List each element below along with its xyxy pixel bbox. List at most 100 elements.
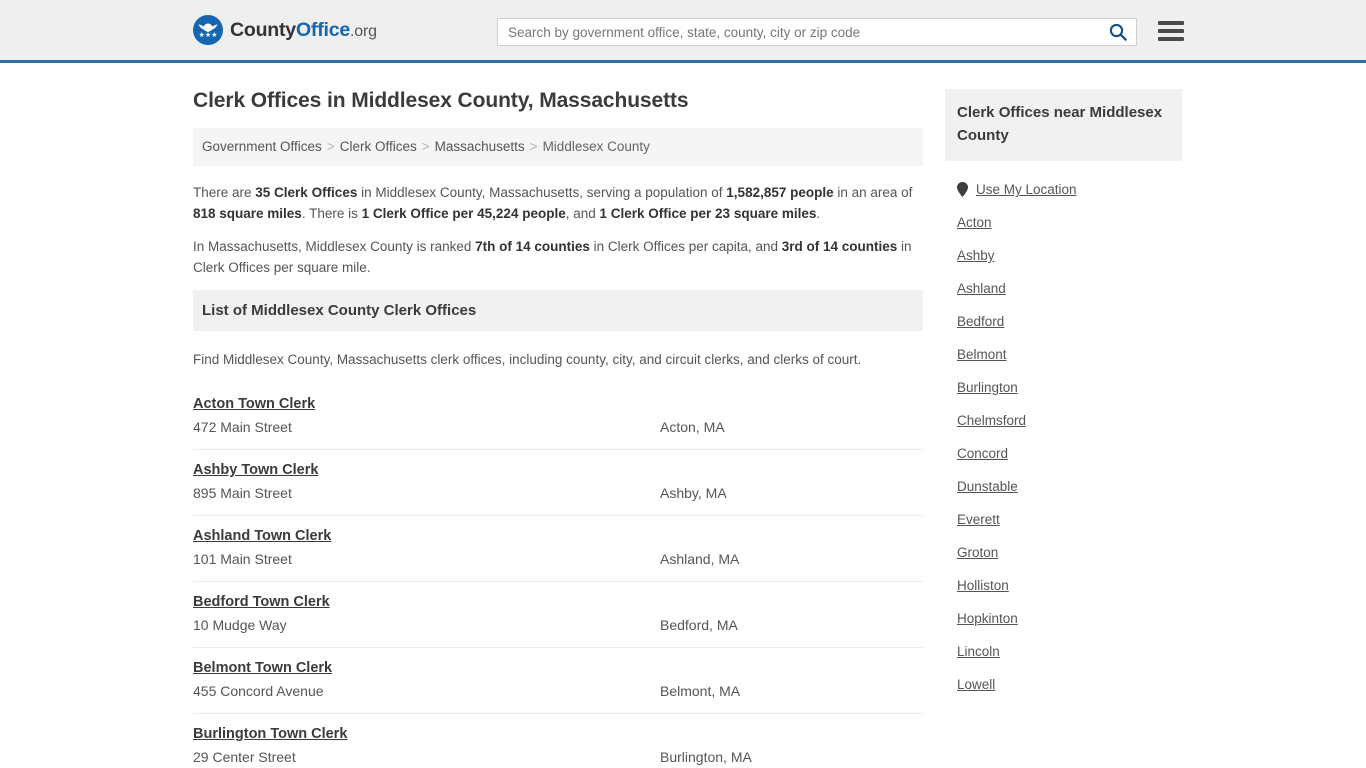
section-title: List of Middlesex County Clerk Offices [202,302,477,319]
sidebar-city-link[interactable]: Belmont [957,347,1007,362]
stat-population: 1,582,857 people [726,185,834,200]
hamburger-bar-2 [1158,29,1184,33]
main-content: Clerk Offices in Middlesex County, Massa… [193,63,923,768]
list-item[interactable]: Acton [945,206,1182,239]
office-detail: 455 Concord Avenue Belmont, MA [193,681,923,701]
list-item[interactable]: Holliston [945,569,1182,602]
sidebar-city-link[interactable]: Lincoln [957,644,1000,659]
office-list-section-header: List of Middlesex County Clerk Offices [193,290,923,331]
list-item[interactable]: Lowell [945,668,1182,701]
table-row: Belmont Town Clerk 455 Concord Avenue Be… [193,648,923,714]
list-item[interactable]: Bedford [945,305,1182,338]
sidebar-city-link[interactable]: Dunstable [957,479,1018,494]
list-item[interactable]: Hopkinton [945,602,1182,635]
list-item[interactable]: Belmont [945,338,1182,371]
table-row: Burlington Town Clerk 29 Center Street B… [193,714,923,768]
stat-office-count: 35 Clerk Offices [255,185,358,200]
search-input[interactable] [498,19,1100,45]
stat-text: In Massachusetts, Middlesex County is ra… [193,239,476,254]
table-row: Acton Town Clerk 472 Main Street Acton, … [193,384,923,450]
list-item[interactable]: Ashby [945,239,1182,272]
stat-rank-area: 3rd of 14 counties [781,239,898,254]
office-detail: 29 Center Street Burlington, MA [193,747,923,767]
hamburger-menu-button[interactable] [1158,20,1184,42]
breadcrumb: Government Offices > Clerk Offices > Massach… [193,128,923,166]
stat-text: in Middlesex County, Massachusetts, serv… [357,185,727,200]
county-statistics: There are 35 Clerk Offices in Middlesex … [193,182,923,278]
hamburger-bar-1 [1158,21,1184,25]
table-row: Ashland Town Clerk 101 Main Street Ashla… [193,516,923,582]
list-item[interactable]: Burlington [945,371,1182,404]
office-list: Acton Town Clerk 472 Main Street Acton, … [193,384,923,768]
sidebar-city-link[interactable]: Ashland [957,281,1006,296]
brand-county: County [230,18,296,41]
sidebar-city-link[interactable]: Hopkinton [957,611,1018,626]
list-item[interactable]: Concord [945,437,1182,470]
search-button[interactable] [1100,19,1136,45]
sidebar-city-link[interactable]: Groton [957,545,998,560]
office-address: 472 Main Street [193,419,292,435]
sidebar-city-link[interactable]: Burlington [957,380,1018,395]
breadcrumb-item-2[interactable]: Massachusetts [435,139,525,154]
office-address: 101 Main Street [193,551,292,567]
stat-rank-capita: 7th of 14 counties [475,239,590,254]
breadcrumb-item-1[interactable]: Clerk Offices [340,139,417,154]
use-my-location-item[interactable]: Use My Location [945,171,1182,206]
sidebar-city-link[interactable]: Lowell [957,677,995,692]
office-name-link[interactable]: Acton Town Clerk [193,396,315,412]
office-address: 455 Concord Avenue [193,683,324,699]
breadcrumb-separator-0: > [326,139,335,154]
brand-office: Office [295,18,351,41]
office-city: Burlington, MA [660,749,752,765]
stat-text: , and [565,206,600,221]
site-logo[interactable]: ★★★ CountyOffice.org [193,15,377,45]
breadcrumb-separator-2: > [529,139,538,154]
sidebar-city-link[interactable]: Acton [957,215,992,230]
stat-text: in an area of [833,185,913,200]
search-bar[interactable] [497,18,1137,46]
map-pin-icon [957,182,968,197]
office-address: 10 Mudge Way [193,617,287,633]
page-title: Clerk Offices in Middlesex County, Massa… [193,89,689,112]
office-city: Acton, MA [660,419,725,435]
list-item[interactable]: Dunstable [945,470,1182,503]
office-city: Ashby, MA [660,485,727,501]
countyoffice-eagle-logo-icon: ★★★ [193,15,223,45]
breadcrumb-item-0[interactable]: Government Offices [202,139,322,154]
use-my-location-link[interactable]: Use My Location [976,182,1077,197]
office-name-link[interactable]: Ashland Town Clerk [193,528,331,544]
office-address: 895 Main Street [193,485,292,501]
stat-text: . There is [301,206,362,221]
list-item[interactable]: Groton [945,536,1182,569]
office-name-link[interactable]: Belmont Town Clerk [193,660,332,676]
sidebar: Clerk Offices near Middlesex County Use … [945,63,1182,768]
list-item[interactable]: Ashland [945,272,1182,305]
office-city: Belmont, MA [660,683,741,699]
sidebar-city-link[interactable]: Holliston [957,578,1009,593]
statistics-paragraph-2: In Massachusetts, Middlesex County is ra… [193,236,923,278]
sidebar-city-link[interactable]: Chelmsford [957,413,1026,428]
office-name-link[interactable]: Burlington Town Clerk [193,726,347,742]
sidebar-city-link[interactable]: Bedford [957,314,1004,329]
office-detail: 101 Main Street Ashland, MA [193,549,923,569]
office-name-link[interactable]: Bedford Town Clerk [193,594,330,610]
sidebar-city-link[interactable]: Ashby [957,248,995,263]
sidebar-city-link[interactable]: Concord [957,446,1008,461]
brand-text: CountyOffice.org [230,19,377,42]
page-body: Clerk Offices in Middlesex County, Massa… [0,63,1366,768]
stat-per-area: 1 Clerk Office per 23 square miles [599,206,817,221]
office-detail: 10 Mudge Way Bedford, MA [193,615,923,635]
list-item[interactable]: Everett [945,503,1182,536]
office-name-link[interactable]: Ashby Town Clerk [193,462,318,478]
list-item[interactable]: Lincoln [945,635,1182,668]
office-detail: 472 Main Street Acton, MA [193,417,923,437]
statistics-paragraph-1: There are 35 Clerk Offices in Middlesex … [193,182,923,224]
office-detail: 895 Main Street Ashby, MA [193,483,923,503]
nearby-cities-list: Use My Location Acton Ashby Ashland Bedf… [945,171,1182,701]
breadcrumb-item-3: Middlesex County [542,139,650,154]
sidebar-city-link[interactable]: Everett [957,512,1000,527]
list-item[interactable]: Chelmsford [945,404,1182,437]
section-description: Find Middlesex County, Massachusetts cle… [193,352,862,367]
sidebar-title: Clerk Offices near Middlesex County [957,104,1163,144]
office-city: Ashland, MA [660,551,740,567]
